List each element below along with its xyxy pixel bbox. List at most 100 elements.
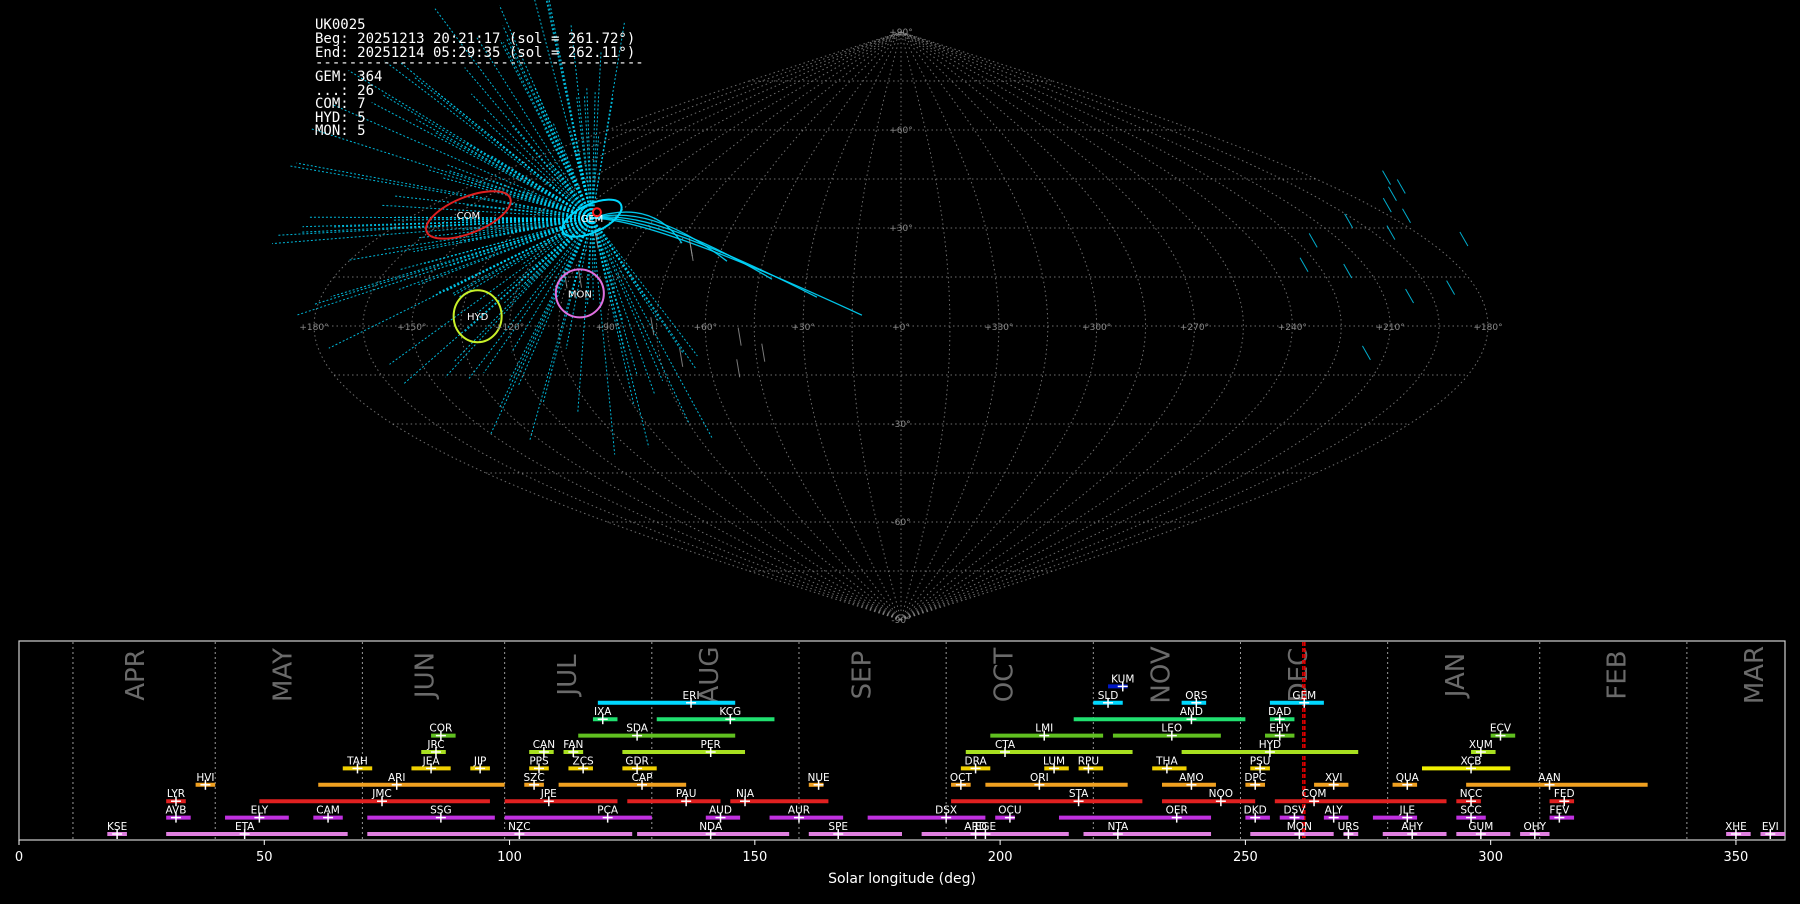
shower-code: STA	[1069, 788, 1089, 800]
month-label: JAN	[1441, 653, 1471, 699]
shower-code: ORI	[1030, 772, 1049, 784]
sky-map: GEMCOMHYDMON +180°+150°+120°+90°+60°+30°…	[272, 0, 1503, 626]
lon-tick-label: +180°	[299, 323, 328, 333]
shower-code: XUM	[1469, 739, 1493, 751]
lon-tick-label: +150°	[397, 323, 426, 333]
shower-code: AVB	[166, 805, 187, 817]
shower-code: OER	[1166, 805, 1188, 817]
x-tick-label: 250	[1233, 850, 1258, 865]
shower-code: JLE	[1398, 805, 1415, 817]
sky-map-tick-labels: +180°+150°+120°+90°+60°+30°+0°+330°+300°…	[299, 28, 1502, 626]
sporadic-track	[651, 317, 654, 335]
shower-code: JPE	[540, 788, 557, 800]
meteor-track	[1388, 187, 1396, 201]
meteor-track	[592, 217, 772, 279]
lat-tick-label: -90°	[891, 616, 910, 626]
radiant-label: COM	[457, 211, 480, 222]
shower-timeline: APRMAYJUNJULAUGSEPOCTNOVDECJANFEBMAR KUM…	[15, 641, 1785, 887]
x-tick-label: 350	[1724, 850, 1749, 865]
shower-code: ORS	[1185, 690, 1208, 702]
shower-code: NDA	[699, 821, 723, 833]
shower-code: NTA	[1108, 821, 1129, 833]
shower-code: NIA	[736, 788, 755, 800]
shower-code: QUA	[1396, 772, 1420, 784]
shower-code: NOO	[1209, 788, 1233, 800]
shower-code: SLD	[1098, 690, 1119, 702]
x-tick-label: 100	[497, 850, 522, 865]
shower-code: TAH	[346, 755, 368, 767]
shower-code: OCT	[950, 772, 973, 784]
meteor-track	[592, 218, 659, 322]
shower-code: FAN	[563, 739, 583, 751]
shower-code: LUM	[1043, 755, 1065, 767]
shower-code: ELY	[251, 805, 269, 817]
shower-code: EVI	[1762, 821, 1779, 833]
lon-tick-label: +30°	[791, 323, 815, 333]
shower-code: PPS	[529, 755, 549, 767]
meteor-track	[1406, 289, 1414, 303]
shower-code: SSG	[430, 805, 451, 817]
sporadic-track	[762, 344, 765, 362]
shower-code: LYR	[167, 788, 185, 800]
meteor-track	[592, 218, 655, 394]
shower-code: JEA	[422, 755, 441, 767]
meteor-track	[537, 97, 592, 218]
month-label: FEB	[1603, 650, 1633, 699]
x-tick-label: 300	[1478, 850, 1503, 865]
lat-tick-label: +30°	[889, 224, 913, 234]
meridian	[363, 32, 901, 620]
shower-code: GUM	[1468, 821, 1493, 833]
meteor-track	[592, 218, 637, 376]
shower-code: XHE	[1725, 821, 1747, 833]
shower-code: JRC	[426, 739, 444, 751]
lat-tick-label: +90°	[889, 28, 913, 38]
meteor-track	[1447, 281, 1455, 295]
month-label: APR	[121, 649, 151, 701]
meteor-track	[1383, 198, 1391, 212]
shower-code: ECV	[1490, 723, 1512, 735]
meteor-track	[1345, 214, 1353, 228]
shower-code: NZC	[508, 821, 530, 833]
meteor-track	[1387, 226, 1395, 240]
lon-tick-label: +120°	[495, 323, 524, 333]
meteor-track	[545, 129, 592, 219]
shower-code: PAU	[676, 788, 697, 800]
lon-tick-label: +60°	[694, 323, 718, 333]
shower-code: EHY	[1269, 723, 1291, 735]
shower-code: GEM	[1292, 690, 1316, 702]
shower-code: COR	[429, 723, 452, 735]
month-label: JUL	[553, 654, 583, 698]
x-tick-label: 200	[988, 850, 1013, 865]
meteor-track	[1309, 233, 1317, 247]
shower-code: OHY	[1524, 821, 1547, 833]
shower-code: ARI	[388, 772, 406, 784]
shower-code: FEV	[1549, 805, 1570, 817]
shower-code: NCC	[1460, 788, 1483, 800]
shower-code: ETA	[235, 821, 255, 833]
lon-tick-label: +210°	[1376, 323, 1405, 333]
month-label: JUN	[411, 652, 441, 700]
shower-code: MON	[1287, 821, 1312, 833]
shower-code: KUM	[1111, 673, 1134, 685]
shower-code: AMO	[1179, 772, 1204, 784]
x-tick-label: 150	[742, 850, 767, 865]
meteor-track	[1402, 209, 1410, 223]
shower-code: RPU	[1078, 755, 1099, 767]
lat-tick-label: -30°	[891, 420, 910, 430]
meteor-track	[385, 61, 592, 218]
shower-code: SCC	[1460, 805, 1481, 817]
shower-code: KCG	[719, 706, 741, 718]
meteor-track	[372, 103, 592, 219]
lon-tick-label: +330°	[984, 323, 1013, 333]
meteor-track	[518, 218, 592, 387]
month-label: MAY	[268, 648, 298, 702]
meteor-track	[1344, 264, 1352, 278]
shower-code: LMI	[1035, 723, 1053, 735]
lon-tick-label: +270°	[1180, 323, 1209, 333]
meteor-track	[592, 218, 697, 356]
shower-code: ZCS	[573, 755, 595, 767]
shower-code: SPE	[828, 821, 848, 833]
lat-tick-label: +60°	[889, 126, 913, 136]
meteor-track	[592, 218, 689, 422]
shower-code: AND	[1180, 706, 1203, 718]
